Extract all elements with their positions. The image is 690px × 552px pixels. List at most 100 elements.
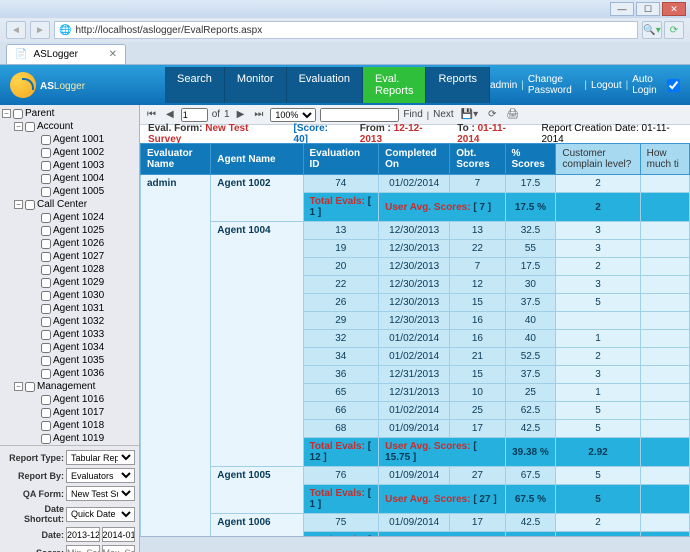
tab-title: ASLogger bbox=[33, 49, 77, 60]
browser-tab[interactable]: 📄 ASLogger ✕ bbox=[6, 44, 126, 64]
main-area: − Parent− Account Agent 1001 Agent 1002 … bbox=[0, 105, 690, 552]
tree-toggle-icon[interactable]: − bbox=[14, 382, 23, 391]
main-nav: SearchMonitorEvaluationEval. ReportsRepo… bbox=[165, 67, 490, 103]
tree-checkbox[interactable] bbox=[41, 304, 51, 314]
find-label[interactable]: Find bbox=[403, 109, 422, 120]
report-grid: Evaluator NameAgent NameEvaluation IDCom… bbox=[140, 143, 690, 536]
url-text: http://localhost/aslogger/EvalReports.as… bbox=[75, 25, 262, 36]
date-from-input[interactable] bbox=[66, 527, 100, 542]
nav-reports[interactable]: Reports bbox=[426, 67, 490, 103]
qa-form-select[interactable]: New Test Survey bbox=[66, 486, 135, 501]
sidebar: − Parent− Account Agent 1001 Agent 1002 … bbox=[0, 105, 140, 552]
find-input[interactable] bbox=[320, 108, 399, 122]
url-field[interactable]: 🌐 http://localhost/aslogger/EvalReports.… bbox=[54, 21, 638, 39]
tree-checkbox[interactable] bbox=[41, 135, 51, 145]
tree-checkbox[interactable] bbox=[41, 317, 51, 327]
col-header[interactable]: % Scores bbox=[505, 144, 556, 175]
col-header[interactable]: Evaluation ID bbox=[303, 144, 379, 175]
tree-checkbox[interactable] bbox=[41, 187, 51, 197]
score-min-input[interactable] bbox=[66, 545, 100, 552]
change-password-link[interactable]: Change Password bbox=[528, 74, 581, 96]
tree-checkbox[interactable] bbox=[25, 200, 35, 210]
table-row: Agent 10057601/09/20142767.55 bbox=[141, 467, 690, 485]
tree-checkbox[interactable] bbox=[41, 148, 51, 158]
tree-checkbox[interactable] bbox=[41, 343, 51, 353]
zoom-select[interactable]: 100% bbox=[270, 108, 316, 122]
next-page-icon[interactable]: ▶ bbox=[234, 108, 248, 121]
tree-checkbox[interactable] bbox=[13, 109, 23, 119]
window-close-button[interactable]: ✕ bbox=[662, 2, 686, 16]
address-bar: ◄ ► 🌐 http://localhost/aslogger/EvalRepo… bbox=[0, 18, 690, 42]
forward-button[interactable]: ► bbox=[30, 21, 50, 39]
tab-strip: 📄 ASLogger ✕ bbox=[0, 42, 690, 64]
tree-toggle-icon[interactable]: − bbox=[2, 109, 11, 118]
tree-checkbox[interactable] bbox=[41, 161, 51, 171]
tree-checkbox[interactable] bbox=[25, 122, 35, 132]
tree-checkbox[interactable] bbox=[41, 174, 51, 184]
auto-login-checkbox[interactable] bbox=[667, 79, 680, 92]
report-by-select[interactable]: Evaluators bbox=[66, 468, 135, 483]
tree-checkbox[interactable] bbox=[41, 252, 51, 262]
search-dropdown-icon[interactable]: 🔍▾ bbox=[642, 21, 662, 39]
col-header[interactable]: Completed On bbox=[379, 144, 450, 175]
tree-toggle-icon[interactable]: − bbox=[14, 122, 23, 131]
first-page-icon[interactable]: ⏮ bbox=[144, 108, 159, 121]
nav-monitor[interactable]: Monitor bbox=[225, 67, 287, 103]
next-label[interactable]: Next bbox=[433, 109, 454, 120]
nav-eval-reports[interactable]: Eval. Reports bbox=[363, 67, 427, 103]
user-links: admin | Change Password | Logout | Auto … bbox=[490, 74, 680, 96]
page-current-input[interactable] bbox=[181, 108, 208, 122]
tree-checkbox[interactable] bbox=[41, 330, 51, 340]
tree-checkbox[interactable] bbox=[41, 434, 51, 444]
tree-checkbox[interactable] bbox=[41, 226, 51, 236]
window-minimize-button[interactable]: — bbox=[610, 2, 634, 16]
export-icon[interactable]: 💾▾ bbox=[458, 108, 481, 121]
date-to-input[interactable] bbox=[102, 527, 136, 542]
refresh-button[interactable]: ⟳ bbox=[664, 21, 684, 39]
col-header[interactable]: How much ti bbox=[640, 144, 689, 175]
tab-close-icon[interactable]: ✕ bbox=[109, 49, 117, 60]
back-button[interactable]: ◄ bbox=[6, 21, 26, 39]
tree-checkbox[interactable] bbox=[41, 369, 51, 379]
col-header[interactable]: Obt. Scores bbox=[450, 144, 505, 175]
tree-checkbox[interactable] bbox=[41, 408, 51, 418]
report-type-select[interactable]: Tabular Report bbox=[66, 450, 135, 465]
tree-checkbox[interactable] bbox=[41, 356, 51, 366]
last-page-icon[interactable]: ⏭ bbox=[251, 108, 266, 121]
app-header: ASLogger SearchMonitorEvaluationEval. Re… bbox=[0, 65, 690, 105]
tree-checkbox[interactable] bbox=[41, 278, 51, 288]
tree-checkbox[interactable] bbox=[41, 395, 51, 405]
logout-link[interactable]: Logout bbox=[591, 80, 622, 91]
report-toolbar: ⏮ ◀ of 1 ▶ ⏭ 100% Find | Next 💾▾ ⟳ 🖨 bbox=[140, 105, 690, 125]
tree-checkbox[interactable] bbox=[41, 291, 51, 301]
nav-evaluation[interactable]: Evaluation bbox=[287, 67, 363, 103]
user-name[interactable]: admin bbox=[490, 80, 517, 91]
report-grid-scroll[interactable]: Evaluator NameAgent NameEvaluation IDCom… bbox=[140, 143, 690, 536]
refresh-report-icon[interactable]: ⟳ bbox=[485, 108, 499, 121]
window-title-bar: — ☐ ✕ bbox=[0, 0, 690, 18]
tree-checkbox[interactable] bbox=[41, 265, 51, 275]
horizontal-scrollbar[interactable] bbox=[140, 536, 690, 552]
col-header[interactable]: Evaluator Name bbox=[141, 144, 211, 175]
prev-page-icon[interactable]: ◀ bbox=[163, 108, 177, 121]
tree-checkbox[interactable] bbox=[25, 382, 35, 392]
logo: ASLogger bbox=[10, 72, 85, 98]
favicon-icon: 📄 bbox=[15, 49, 27, 60]
print-icon[interactable]: 🖨 bbox=[504, 108, 523, 121]
auto-login-label: Auto Login bbox=[632, 74, 663, 96]
logo-icon bbox=[10, 72, 36, 98]
window-maximize-button[interactable]: ☐ bbox=[636, 2, 660, 16]
globe-icon: 🌐 bbox=[59, 25, 71, 36]
col-header[interactable]: Agent Name bbox=[211, 144, 303, 175]
score-max-input[interactable] bbox=[102, 545, 136, 552]
tree-checkbox[interactable] bbox=[41, 239, 51, 249]
nav-search[interactable]: Search bbox=[165, 67, 225, 103]
tree-checkbox[interactable] bbox=[41, 213, 51, 223]
col-header[interactable]: Customer complain level? bbox=[556, 144, 640, 175]
browser-chrome: — ☐ ✕ ◄ ► 🌐 http://localhost/aslogger/Ev… bbox=[0, 0, 690, 65]
report-info-bar: Eval. Form: New Test Survey [Score: 40] … bbox=[140, 125, 690, 143]
tree-toggle-icon[interactable]: − bbox=[14, 200, 23, 209]
date-shortcut-select[interactable]: Quick Date selection bbox=[66, 507, 135, 522]
tree-checkbox[interactable] bbox=[41, 421, 51, 431]
table-row: Agent 10041312/30/20131332.53 bbox=[141, 222, 690, 240]
